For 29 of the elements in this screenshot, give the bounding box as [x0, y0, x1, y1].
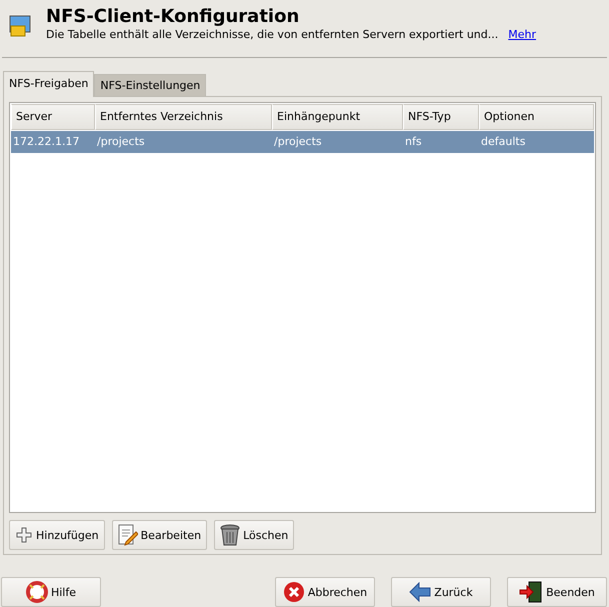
description-text: Die Tabelle enthält alle Verzeichnisse, die von entfernten Servern exportiert und...	[46, 28, 498, 41]
back-button[interactable]: Zurück	[391, 577, 491, 607]
help-button[interactable]: Hilfe	[1, 577, 101, 607]
finish-button[interactable]: Beenden	[507, 577, 607, 607]
edit-button[interactable]: Bearbeiten	[112, 520, 208, 550]
table-cell-text: /projects	[273, 134, 323, 150]
lifebuoy-icon	[26, 581, 48, 604]
delete-button[interactable]: Löschen	[214, 520, 294, 550]
tab[interactable]: NFS-Freigaben	[3, 71, 94, 98]
plus-icon	[15, 526, 33, 544]
document-pencil-icon	[118, 524, 138, 546]
column-header[interactable]: Entferntes Verzeichnis	[95, 104, 272, 130]
add-button[interactable]: Hinzufügen	[9, 520, 105, 550]
more-link[interactable]: Mehr	[508, 28, 536, 41]
exit-door-icon	[519, 581, 544, 604]
column-header[interactable]: NFS-Typ	[403, 104, 479, 130]
column-header[interactable]: Optionen	[479, 104, 594, 130]
table-cell-text: 172.22.1.17	[12, 134, 80, 150]
cancel-button[interactable]: Abbrechen	[275, 577, 375, 607]
close-icon	[282, 581, 305, 604]
table-cell-text: /projects	[96, 134, 146, 150]
trash-can-icon	[220, 523, 240, 548]
left-arrow-icon	[409, 582, 432, 602]
column-header[interactable]: Einhängepunkt	[272, 104, 403, 130]
column-header[interactable]: Server	[11, 104, 95, 130]
table-cell-text: nfs	[404, 134, 423, 150]
tab[interactable]: NFS-Einstellungen	[94, 74, 206, 98]
table-cell-text: defaults	[480, 134, 526, 150]
window-title: NFS-Client-Konfiguration	[46, 6, 300, 28]
